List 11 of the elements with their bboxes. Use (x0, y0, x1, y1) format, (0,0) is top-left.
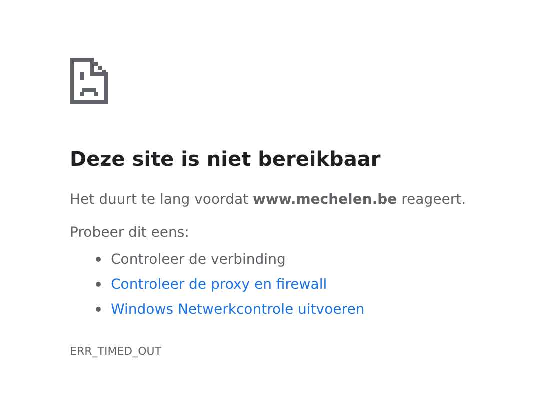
bullet-icon (96, 257, 101, 262)
suggestion-link[interactable]: Controleer de proxy en firewall (111, 276, 328, 292)
error-heading: Deze site is niet bereikbaar (70, 146, 382, 172)
bullet-icon (96, 282, 101, 287)
sad-page-icon (70, 58, 108, 104)
bullet-icon (96, 307, 101, 312)
suggestion-link[interactable]: Windows Netwerkcontrole uitvoeren (111, 302, 365, 318)
error-message: Het duurt te lang voordat www.mechelen.be reageert. (70, 191, 468, 210)
suggestion-text: Controleer de verbinding (111, 252, 286, 268)
suggestions-intro: Probeer dit eens: (70, 224, 190, 243)
error-code: ERR_TIMED_OUT (70, 344, 163, 360)
